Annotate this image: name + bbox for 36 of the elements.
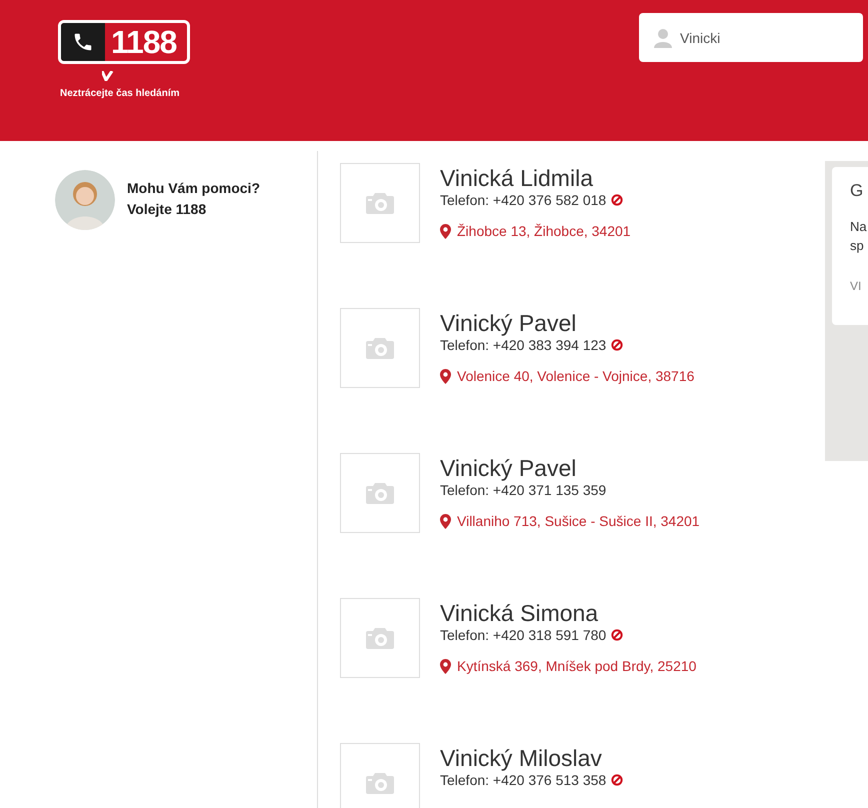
person-icon [654,28,672,48]
speech-tail-icon [102,70,116,81]
card-text: sp [850,237,865,255]
result-name[interactable]: Vinická Simona [440,600,696,626]
search-field[interactable]: Vinicki [639,13,863,62]
phone-number: Telefon: +420 318 591 780 [440,626,606,644]
result-name[interactable]: Vinický Pavel [440,310,694,336]
camera-icon [365,627,395,649]
phone-number: Telefon: +420 376 582 018 [440,191,606,209]
card-link[interactable]: VI [850,277,868,295]
address-link[interactable]: Villaniho 713, Sušice - Sušice II, 34201 [440,511,700,532]
map-pin-icon [440,224,451,239]
logo-number: 1188 [110,23,176,61]
map-pin-icon [440,659,451,674]
card-title: G [850,181,864,201]
camera-icon [365,192,395,214]
map-pin-icon [440,369,451,384]
result-name[interactable]: Vinický Pavel [440,455,700,481]
help-text: Mohu Vám pomoci? [127,179,260,198]
phone-number: Telefon: +420 376 513 358 [440,771,606,789]
result-name[interactable]: Vinický Miloslav [440,745,624,771]
map-pin-icon [440,514,451,529]
logo-tagline: Neztrácejte čas hledáním [60,87,180,101]
address-link[interactable]: Kytínská 369, Mníšek pod Brdy, 25210 [440,656,696,677]
result-name[interactable]: Vinická Lidmila [440,165,631,191]
camera-icon [365,772,395,794]
phone-icon [72,31,94,53]
address-link[interactable]: Žihobce 13, Žihobce, 34201 [440,221,631,242]
help-phone-text: Volejte 1188 [127,200,208,219]
avatar [55,170,115,230]
phone-number: Telefon: +420 383 394 123 [440,336,606,354]
address-link[interactable]: Volenice 40, Volenice - Vojnice, 38716 [440,366,694,387]
camera-icon [365,482,395,504]
camera-icon [365,337,395,359]
card-text: Na [850,218,868,236]
phone-number: Telefon: +420 371 135 359 [440,481,606,499]
